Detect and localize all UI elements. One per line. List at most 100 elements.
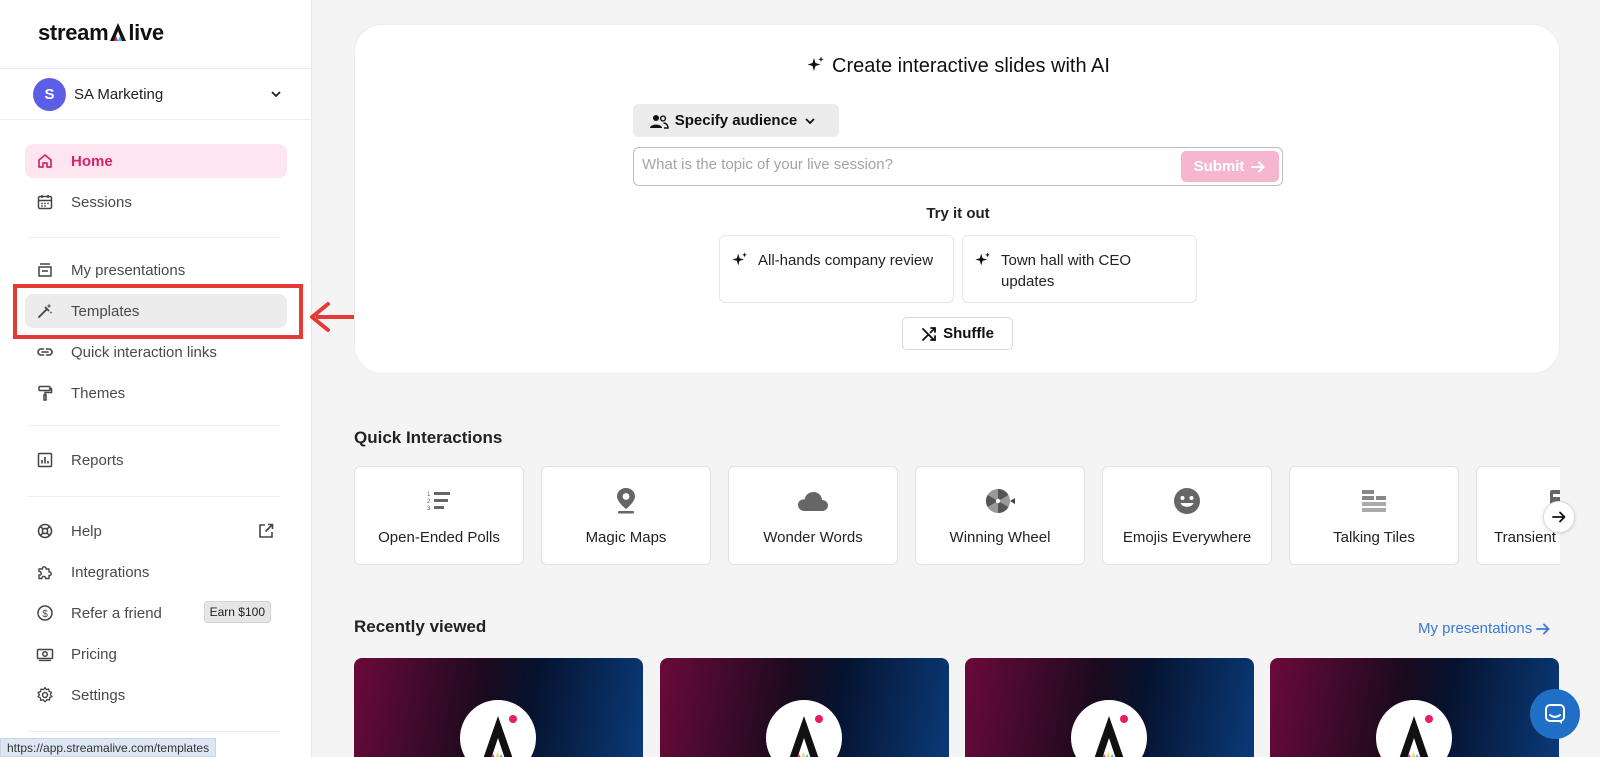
sidebar-item-my-presentations[interactable]: My presentations <box>25 253 287 287</box>
arrow-right-icon <box>1251 161 1265 172</box>
logo-text-left: stream <box>38 20 109 45</box>
svg-text:$: $ <box>42 609 48 620</box>
ai-title-text: Create interactive slides with AI <box>832 55 1110 77</box>
chat-icon <box>1545 704 1565 724</box>
quick-interaction-card[interactable]: Winning Wheel <box>915 466 1085 565</box>
sidebar: stream live S SA Marketing Home Sessions … <box>0 0 312 757</box>
earn-badge: Earn $100 <box>203 601 271 623</box>
streamalive-logo-icon <box>1071 700 1147 757</box>
sparkle-icon <box>732 252 748 266</box>
list-icon: 123 <box>355 487 523 515</box>
streamalive-logo-icon <box>460 700 536 757</box>
cloud-icon <box>729 487 897 515</box>
sidebar-item-label: Themes <box>71 384 126 402</box>
suggestion-text: Town hall with CEO updates <box>1001 252 1132 290</box>
paint-roller-icon <box>35 383 55 403</box>
sidebar-item-integrations[interactable]: Integrations <box>25 555 287 589</box>
topic-field: Submit <box>633 147 1283 186</box>
quick-interaction-label: Emojis Everywhere <box>1122 529 1252 546</box>
sidebar-item-quick-interaction-links[interactable]: Quick interaction links <box>25 335 287 369</box>
sidebar-item-label: Integrations <box>71 563 150 581</box>
sidebar-item-settings[interactable]: Settings <box>25 678 287 712</box>
divider <box>28 425 280 426</box>
puzzle-icon <box>35 562 55 582</box>
chart-icon <box>35 450 55 470</box>
presentation-thumbnail[interactable] <box>660 658 949 757</box>
quick-interaction-card[interactable]: Wonder Words <box>728 466 898 565</box>
lifebuoy-icon <box>35 521 55 541</box>
divider <box>0 68 312 69</box>
logo-text-right: live <box>128 20 164 45</box>
sidebar-item-label: Refer a friend <box>71 604 162 622</box>
quick-interaction-label: Talking Tiles <box>1333 529 1415 546</box>
quick-interaction-card[interactable]: 123 Open-Ended Polls <box>354 466 524 565</box>
submit-button[interactable]: Submit <box>1181 151 1279 182</box>
home-icon <box>35 151 55 171</box>
sparkle-icon <box>975 252 991 266</box>
carousel-next-button[interactable] <box>1543 501 1575 533</box>
sidebar-item-label: My presentations <box>71 261 186 279</box>
arrow-right-icon <box>1536 623 1550 634</box>
calendar-icon <box>35 192 55 212</box>
sidebar-item-label: Reports <box>71 451 124 469</box>
specify-audience-label: Specify audience <box>674 112 798 129</box>
tiles-icon <box>1290 487 1458 515</box>
presentation-thumbnail[interactable] <box>965 658 1254 757</box>
external-link-icon <box>259 523 274 538</box>
presentation-icon <box>35 260 55 280</box>
suggestion-card[interactable]: Town hall with CEO updates <box>962 235 1197 303</box>
suggestion-card[interactable]: All-hands company review <box>719 235 954 303</box>
sidebar-item-label: Quick interaction links <box>71 343 217 361</box>
divider <box>28 237 280 238</box>
sidebar-item-help[interactable]: Help <box>25 514 287 548</box>
sidebar-item-label: Help <box>71 522 102 540</box>
sidebar-item-label: Sessions <box>71 193 132 211</box>
sidebar-item-label: Settings <box>71 686 126 704</box>
sidebar-item-refer-a-friend[interactable]: $ Refer a friend Earn $100 <box>25 596 287 630</box>
streamalive-logo-icon <box>1376 700 1452 757</box>
org-name: SA Marketing <box>74 85 164 103</box>
shuffle-button[interactable]: Shuffle <box>902 317 1013 350</box>
topic-input[interactable] <box>642 156 1162 173</box>
quick-interactions-title: Quick Interactions <box>354 428 503 447</box>
wheel-icon <box>916 487 1084 515</box>
svg-text:3: 3 <box>427 506 431 512</box>
suggestion-text: All-hands company review <box>758 252 934 269</box>
smiley-icon <box>1103 487 1271 515</box>
shuffle-icon <box>922 326 936 341</box>
shuffle-label: Shuffle <box>943 325 994 342</box>
streamalive-logo[interactable]: stream live <box>38 20 164 46</box>
sidebar-item-pricing[interactable]: Pricing <box>25 637 287 671</box>
link-icon <box>35 342 55 362</box>
svg-text:1: 1 <box>427 492 431 498</box>
status-bar-url: https://app.streamalive.com/templates <box>0 738 217 757</box>
logo-a-icon <box>109 22 127 42</box>
quick-interaction-card[interactable]: Magic Maps <box>541 466 711 565</box>
quick-interaction-card[interactable]: Talking Tiles <box>1289 466 1459 565</box>
my-presentations-link-label: My presentations <box>1418 620 1533 637</box>
users-icon <box>649 114 669 129</box>
quick-interaction-label: Magic Maps <box>585 529 667 546</box>
specify-audience-button[interactable]: Specify audience <box>633 104 839 137</box>
recently-viewed-title: Recently viewed <box>354 617 487 636</box>
quick-interactions-carousel: 123 Open-Ended Polls Magic Maps Wonder W… <box>354 466 1560 566</box>
org-switcher[interactable]: S SA Marketing <box>33 77 283 111</box>
sparkle-icon <box>807 56 824 71</box>
sidebar-item-home[interactable]: Home <box>25 144 287 178</box>
my-presentations-link[interactable]: My presentations <box>1418 620 1551 637</box>
presentation-thumbnail[interactable] <box>1270 658 1559 757</box>
divider <box>28 496 280 497</box>
sidebar-item-label: Home <box>71 152 113 170</box>
quick-interaction-card[interactable]: Emojis Everywhere <box>1102 466 1272 565</box>
sidebar-item-label: Pricing <box>71 645 117 663</box>
quick-interaction-label: Winning Wheel <box>949 529 1051 546</box>
avatar: S <box>33 77 66 111</box>
presentation-thumbnail[interactable] <box>354 658 643 757</box>
sidebar-item-reports[interactable]: Reports <box>25 443 287 477</box>
sidebar-item-themes[interactable]: Themes <box>25 376 287 410</box>
svg-text:2: 2 <box>427 499 431 505</box>
divider <box>28 731 280 732</box>
sidebar-item-sessions[interactable]: Sessions <box>25 185 287 219</box>
chevron-down-icon <box>271 91 281 98</box>
chat-launcher-button[interactable] <box>1530 689 1580 739</box>
